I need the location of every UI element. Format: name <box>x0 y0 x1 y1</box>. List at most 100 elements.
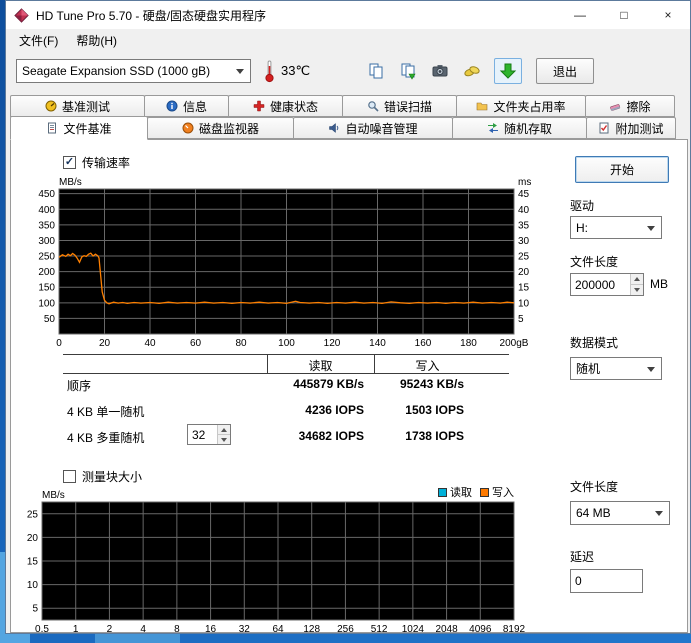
svg-text:ms: ms <box>518 177 531 188</box>
save-results-button[interactable] <box>494 58 522 84</box>
delay-label: 延迟 <box>570 548 594 565</box>
tab-label: 基准测试 <box>62 98 110 115</box>
file-length-label: 文件长度 <box>570 253 618 270</box>
tab-random-access[interactable]: 随机存取 <box>452 117 587 139</box>
block-file-length-combobox[interactable]: 64 MB <box>570 501 670 525</box>
menu-help[interactable]: 帮助(H) <box>67 29 126 52</box>
svg-text:30: 30 <box>518 236 530 247</box>
benchmark-icon <box>45 100 57 112</box>
file-length-spinner[interactable] <box>570 273 644 296</box>
maximize-button[interactable]: □ <box>602 1 646 29</box>
file-benchmark-icon <box>46 122 58 134</box>
drive-select-combobox[interactable]: Seagate Expansion SSD (1000 gB) <box>16 59 251 83</box>
copy-button[interactable] <box>362 58 390 84</box>
tab-folder-usage[interactable]: 文件夹占用率 <box>456 95 586 117</box>
tab-file-benchmark[interactable]: 文件基准 <box>10 116 148 140</box>
tab-label: 错误扫描 <box>384 98 432 115</box>
tab-label: 自动噪音管理 <box>345 120 417 137</box>
tab-label: 磁盘监视器 <box>199 120 259 137</box>
spinner-down-button[interactable] <box>631 284 643 295</box>
tab-row-2: 文件基准 磁盘监视器 自动噪音管理 随机存取 附加测试 <box>10 117 688 139</box>
triangle-up-icon <box>634 277 640 281</box>
chevron-down-icon <box>647 367 655 372</box>
spinner-up-button[interactable] <box>631 274 643 284</box>
svg-text:5: 5 <box>518 314 524 325</box>
svg-text:4: 4 <box>140 624 146 634</box>
tab-label: 信息 <box>183 98 207 115</box>
drive-select-value: Seagate Expansion SSD (1000 gB) <box>22 64 210 78</box>
minimize-button[interactable]: — <box>558 1 602 29</box>
svg-text:5: 5 <box>32 604 38 615</box>
screenshot-button[interactable] <box>426 58 454 84</box>
tab-benchmark[interactable]: 基准测试 <box>10 95 145 117</box>
row-4k-single-label: 4 KB 单一随机 <box>67 403 144 420</box>
spinner-up-button[interactable] <box>218 425 230 434</box>
queue-depth-input[interactable] <box>188 425 217 444</box>
svg-text:0.5: 0.5 <box>35 624 49 634</box>
svg-text:8: 8 <box>174 624 180 634</box>
checkbox-unchecked-icon[interactable] <box>63 470 76 483</box>
tab-error-scan[interactable]: 错误扫描 <box>342 95 457 117</box>
queue-depth-spinner[interactable] <box>187 424 231 445</box>
svg-text:2: 2 <box>107 624 113 634</box>
svg-text:300: 300 <box>38 236 55 247</box>
drive-combobox[interactable]: H: <box>570 216 662 239</box>
row-sequential-read: 445879 KB/s <box>211 377 364 391</box>
drive-value: H: <box>576 221 588 235</box>
svg-text:20: 20 <box>27 533 39 544</box>
chevron-down-icon <box>647 226 655 231</box>
tab-info[interactable]: 信息 <box>144 95 229 117</box>
svg-text:1: 1 <box>73 624 79 634</box>
svg-text:100: 100 <box>278 338 295 349</box>
close-button[interactable]: × <box>646 1 690 29</box>
tab-health[interactable]: 健康状态 <box>228 95 343 117</box>
svg-text:350: 350 <box>38 220 55 231</box>
svg-text:200gB: 200gB <box>500 338 529 349</box>
block-size-checkbox[interactable]: 测量块大小 <box>63 468 142 485</box>
file-length-input[interactable] <box>571 274 630 295</box>
svg-text:20: 20 <box>99 338 111 349</box>
svg-text:64: 64 <box>272 624 284 634</box>
app-icon <box>14 8 29 23</box>
tab-label: 附加测试 <box>615 120 663 137</box>
file-length-unit: MB <box>650 277 668 291</box>
checkbox-checked-icon[interactable] <box>63 156 76 169</box>
svg-text:15: 15 <box>518 283 530 294</box>
copy-to-file-button[interactable] <box>394 58 422 84</box>
transfer-rate-checkbox[interactable]: 传输速率 <box>63 154 130 171</box>
tab-erase[interactable]: 擦除 <box>585 95 675 117</box>
menu-bar: 文件(F) 帮助(H) <box>6 29 690 51</box>
delay-input[interactable] <box>570 569 643 593</box>
desktop: HD Tune Pro 5.70 - 硬盘/固态硬盘实用程序 — □ × 文件(… <box>0 0 691 643</box>
triangle-up-icon <box>221 428 227 432</box>
title-bar[interactable]: HD Tune Pro 5.70 - 硬盘/固态硬盘实用程序 — □ × <box>6 1 690 29</box>
svg-text:60: 60 <box>190 338 202 349</box>
data-mode-combobox[interactable]: 随机 <box>570 357 662 380</box>
eraser-icon <box>609 100 621 112</box>
wallpaper-highlight <box>95 634 180 643</box>
svg-text:128: 128 <box>303 624 320 634</box>
folder-icon <box>476 100 488 112</box>
svg-text:45: 45 <box>518 189 530 200</box>
tab-aam[interactable]: 自动噪音管理 <box>293 117 453 139</box>
extra-tests-icon <box>598 122 610 134</box>
tab-extra-tests[interactable]: 附加测试 <box>586 117 676 139</box>
block-file-length-value: 64 MB <box>576 506 611 520</box>
drive-label: 驱动 <box>570 197 594 214</box>
data-mode-value: 随机 <box>576 360 600 377</box>
donate-button[interactable] <box>458 58 486 84</box>
app-window: HD Tune Pro 5.70 - 硬盘/固态硬盘实用程序 — □ × 文件(… <box>5 0 691 634</box>
transfer-rate-checkbox-label: 传输速率 <box>82 154 130 171</box>
donate-icon <box>463 62 481 80</box>
svg-text:512: 512 <box>371 624 388 634</box>
tab-disk-monitor[interactable]: 磁盘监视器 <box>147 117 294 139</box>
start-button[interactable]: 开始 <box>575 156 669 183</box>
svg-text:50: 50 <box>44 314 56 325</box>
exit-button[interactable]: 退出 <box>536 58 594 84</box>
row-sequential-write: 95243 KB/s <box>374 377 464 391</box>
read-column-header: 读取 <box>267 357 374 374</box>
random-access-icon <box>487 122 499 134</box>
svg-text:32: 32 <box>239 624 251 634</box>
spinner-down-button[interactable] <box>218 434 230 444</box>
menu-file[interactable]: 文件(F) <box>10 29 67 52</box>
